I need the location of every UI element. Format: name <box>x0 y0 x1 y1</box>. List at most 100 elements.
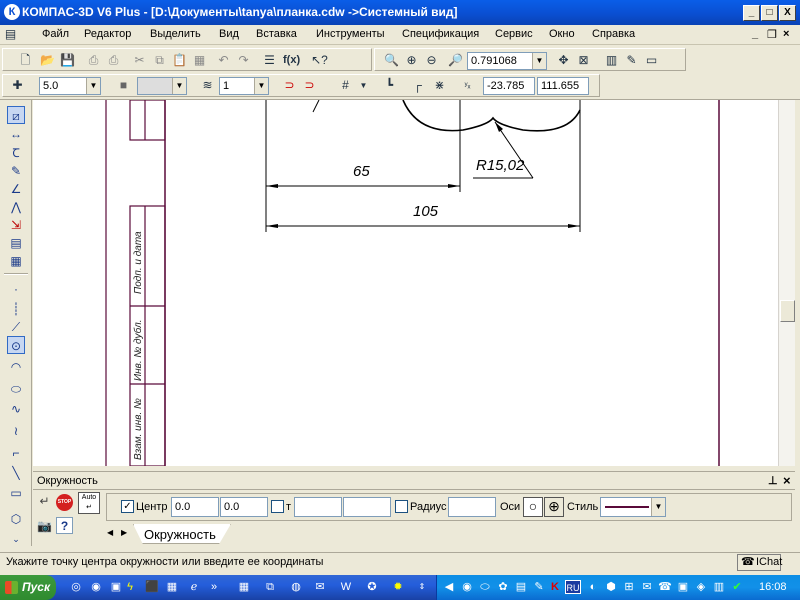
chevron-down-icon[interactable]: ▼ <box>172 78 186 94</box>
close-button[interactable]: X <box>779 5 796 21</box>
zoom-scale-icon[interactable]: 🔎 <box>447 52 464 69</box>
maximize-button[interactable]: □ <box>761 5 778 21</box>
doc-restore-button[interactable]: ❐ <box>767 28 777 41</box>
volume-icon[interactable]: ◀ <box>441 579 457 595</box>
save-icon[interactable]: 💾 <box>59 52 76 69</box>
aux-line-icon[interactable]: ┊ <box>7 300 25 318</box>
tray-icon-3[interactable]: ✿ <box>495 579 511 595</box>
tray-icon-7[interactable]: ⬢ <box>603 579 619 595</box>
chrome-icon[interactable]: ◉ <box>88 579 104 595</box>
media-icon[interactable]: ⬛ <box>144 579 160 595</box>
segment-icon[interactable]: ⟋ <box>7 318 25 336</box>
parametrization-icon[interactable]: ∠ <box>7 180 25 198</box>
tray-icon-2[interactable]: ⬭ <box>477 579 493 595</box>
measure-icon[interactable]: ⋀ <box>7 198 25 216</box>
spec-icon[interactable]: ▤ <box>7 234 25 252</box>
auto-create-button[interactable]: Auto ↵ <box>78 492 100 514</box>
radius-field[interactable] <box>448 497 496 517</box>
doc-minimize-button[interactable]: _ <box>752 28 758 40</box>
menu-view[interactable]: Вид <box>219 28 239 40</box>
notation-icon[interactable]: Ꞇ <box>7 144 25 162</box>
title-bar[interactable]: К КОМПАС-3D V6 Plus - [D:\Документы\tany… <box>0 0 800 25</box>
zoom-window-icon[interactable]: 🔍 <box>383 52 400 69</box>
panel-close-icon[interactable]: × <box>783 473 791 488</box>
print-preview-icon[interactable]: ⎙ <box>105 52 122 69</box>
menu-service[interactable]: Сервис <box>495 28 533 40</box>
enter-icon[interactable]: ↵ <box>36 493 53 510</box>
cursor-icon[interactable]: ⋇ <box>431 77 448 94</box>
fillet-icon[interactable]: ⌐ <box>7 444 25 462</box>
edit-icon[interactable]: ✎ <box>7 162 25 180</box>
checkmark-icon[interactable]: ✔ <box>729 579 745 595</box>
grid-icon[interactable]: # <box>337 77 354 94</box>
opera-icon[interactable]: ◎ <box>68 579 84 595</box>
geometry-panel-icon[interactable]: ⧄ <box>7 106 25 124</box>
kaspersky-icon[interactable]: K <box>547 579 563 595</box>
menu-file[interactable]: Файл <box>42 28 69 40</box>
menu-insert[interactable]: Вставка <box>256 28 297 40</box>
drawing-area[interactable]: Подп. и дата Инв. № дубл. Взам. инв. № R… <box>33 100 778 466</box>
tab-scroll-left-icon[interactable]: ◀ <box>107 528 113 537</box>
menu-specification[interactable]: Спецификация <box>402 28 479 40</box>
taskbar-app4-icon[interactable]: ✉ <box>312 579 328 595</box>
camera-icon[interactable]: 📷 <box>36 518 53 535</box>
coord-x-field[interactable]: -23.785 <box>483 77 535 95</box>
properties-icon[interactable]: ▦ <box>191 52 208 69</box>
arc-icon[interactable]: ◠ <box>7 358 25 376</box>
menu-editor[interactable]: Редактор <box>84 28 131 40</box>
tab-circle[interactable]: Окружность <box>133 524 231 544</box>
desktop-icon[interactable]: ▦ <box>164 579 180 595</box>
style-icon[interactable]: ■ <box>115 77 132 94</box>
magnet-icon[interactable]: ⊃ <box>281 77 298 94</box>
word-icon[interactable]: W <box>338 579 354 595</box>
tray-icon-11[interactable]: ▣ <box>675 579 691 595</box>
chevron-down-icon[interactable]: ▼ <box>651 498 665 516</box>
layer-select[interactable]: 1 ▼ <box>219 77 269 95</box>
redraw-icon[interactable]: ▥ <box>603 52 620 69</box>
drawing-svg[interactable]: Подп. и дата Инв. № дубл. Взам. инв. № R… <box>33 100 778 466</box>
tray-icon-5[interactable]: ✎ <box>531 579 547 595</box>
menu-help[interactable]: Справка <box>592 28 635 40</box>
tray-icon-10[interactable]: ☎ <box>657 579 673 595</box>
scroll-arrows-icon[interactable]: ⇕ <box>414 579 430 595</box>
cut-icon[interactable]: ✂ <box>131 52 148 69</box>
taskbar-app1-icon[interactable]: ▦ <box>236 579 252 595</box>
reports-icon[interactable]: ▦ <box>7 252 25 270</box>
spline-icon[interactable]: ∿ <box>7 400 25 418</box>
snap-icon[interactable]: ✚ <box>9 77 26 94</box>
tray-icon-4[interactable]: ▤ <box>513 579 529 595</box>
polygon-icon[interactable]: ⬡ <box>7 510 25 528</box>
radius-checkbox[interactable] <box>395 500 408 513</box>
winamp-icon[interactable]: ϟ <box>122 579 138 595</box>
language-indicator[interactable]: RU <box>565 580 581 594</box>
more-arrow-icon[interactable]: » <box>206 579 222 595</box>
step-select[interactable]: 5.0 ▼ <box>39 77 101 95</box>
local-cs-icon[interactable]: ┗ <box>381 77 398 94</box>
zoom-in-icon[interactable]: ⊕ <box>403 52 420 69</box>
center-x-field[interactable]: 0.0 <box>171 497 219 517</box>
document-icon[interactable]: ▤ <box>2 26 19 43</box>
tab-scroll-right-icon[interactable]: ▶ <box>121 528 127 537</box>
ichat-button[interactable]: ☎ IChat <box>737 554 782 571</box>
line-style-select[interactable]: ▼ <box>600 497 666 517</box>
select-icon[interactable]: ⇲ <box>7 216 25 234</box>
tray-icon-12[interactable]: ◈ <box>693 579 709 595</box>
tray-icon-1[interactable]: ◉ <box>459 579 475 595</box>
doc-close-button[interactable]: × <box>783 28 789 40</box>
style-select[interactable]: ▼ <box>137 77 187 95</box>
copy-icon[interactable]: ⧉ <box>151 52 168 69</box>
redo-icon[interactable]: ↷ <box>235 52 252 69</box>
dimensions-icon[interactable]: ↔ <box>7 125 25 143</box>
center-y-field[interactable]: 0.0 <box>220 497 268 517</box>
tray-icon-6[interactable]: ◐ <box>585 579 601 595</box>
circle-icon[interactable]: ⊙ <box>7 336 25 354</box>
coord-y-field[interactable]: 111.655 <box>537 77 589 95</box>
paste-icon[interactable]: 📋 <box>171 52 188 69</box>
new-file-icon[interactable]: 🗋 <box>17 52 34 69</box>
point-x-field[interactable] <box>294 497 342 517</box>
vertical-scrollbar[interactable] <box>778 100 795 466</box>
tray-icon-8[interactable]: ⊞ <box>621 579 637 595</box>
zoom-out-icon[interactable]: ⊖ <box>423 52 440 69</box>
bezier-icon[interactable]: ≀ <box>7 422 25 440</box>
scrollbar-thumb[interactable] <box>780 300 795 322</box>
